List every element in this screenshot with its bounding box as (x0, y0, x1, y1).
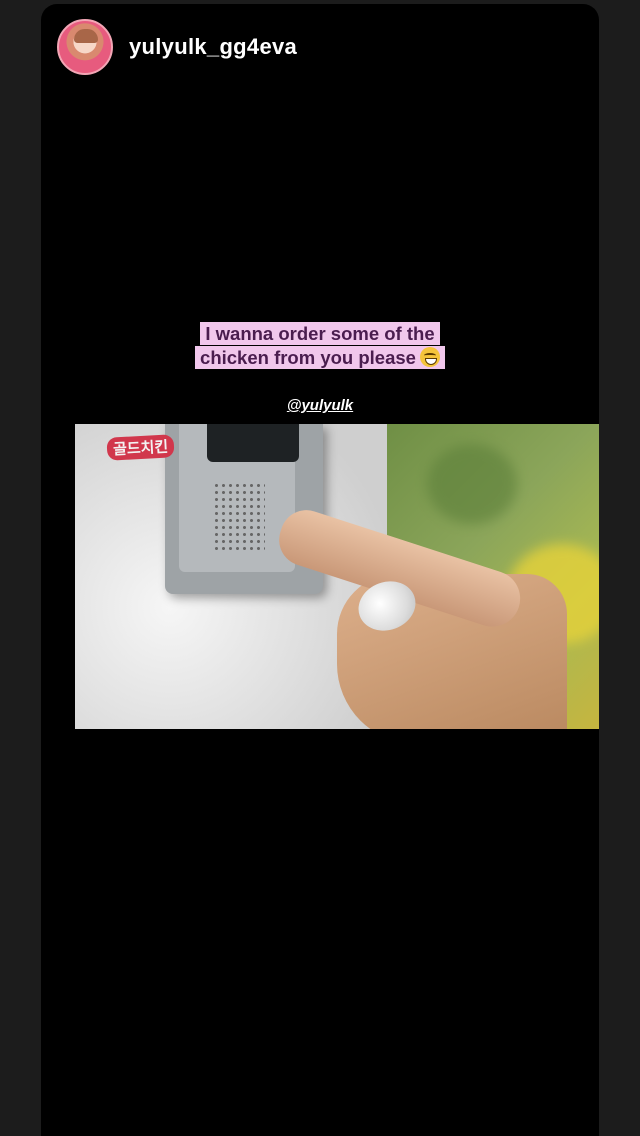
mention-link[interactable]: @yulyulk (41, 397, 599, 414)
camera-lens (207, 424, 299, 462)
caption-line-1: I wanna order some of the (200, 322, 440, 345)
speaker-grille (213, 482, 265, 552)
caption-line-2: chicken from you please (200, 347, 416, 368)
story-header: yulyulk_gg4eva (57, 18, 297, 76)
avatar[interactable] (57, 19, 113, 75)
video-frame[interactable]: 골드치킨 (75, 424, 599, 729)
grinning-sweat-emoji-icon (419, 347, 440, 367)
username[interactable]: yulyulk_gg4eva (129, 34, 297, 60)
caption-sticker: I wanna order some of the chicken from y… (41, 322, 599, 370)
story-viewer[interactable]: yulyulk_gg4eva I wanna order some of the… (41, 4, 599, 1136)
show-logo: 골드치킨 (106, 434, 175, 461)
intercom-device (165, 424, 323, 594)
